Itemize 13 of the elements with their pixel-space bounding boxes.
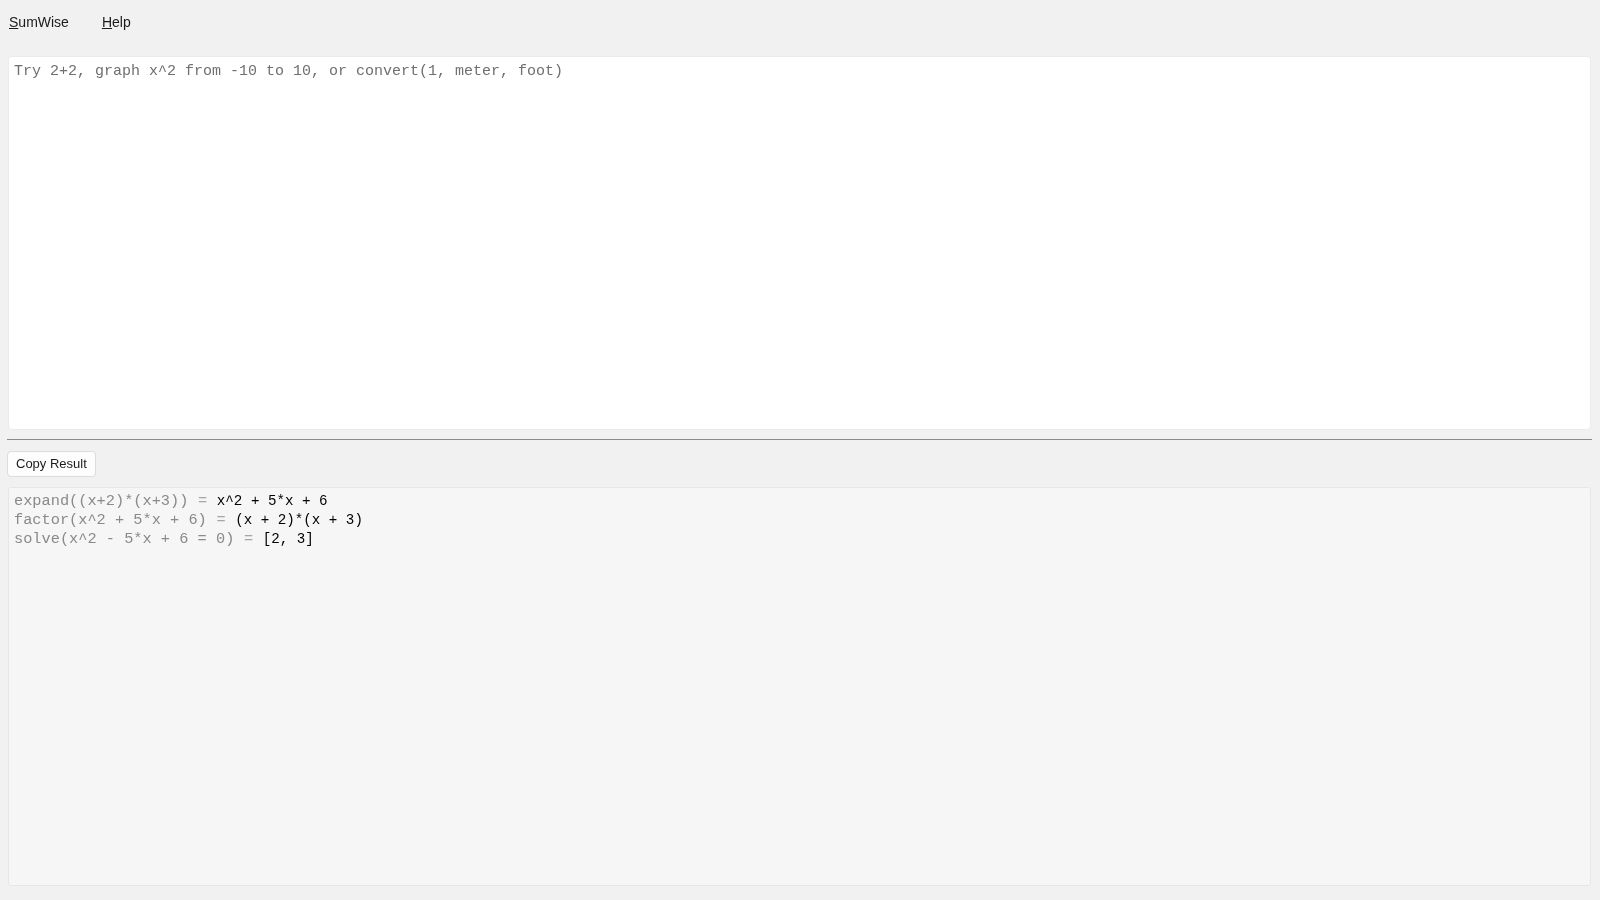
expression-text: expand((x+2)*(x+3)) [14, 492, 189, 510]
expression-text: solve(x^2 - 5*x + 6 = 0) [14, 530, 235, 548]
equals-sign: = [243, 530, 254, 548]
result-text: [2, 3] [262, 531, 314, 547]
result-text: x^2 + 5*x + 6 [216, 493, 328, 509]
result-text: (x + 2)*(x + 3) [235, 512, 363, 528]
expression-text: factor(x^2 + 5*x + 6) [14, 511, 207, 529]
equals-sign: = [216, 511, 226, 529]
equals-sign: = [198, 492, 208, 510]
menu-item[interactable]: Help [99, 11, 140, 33]
copy-result-button[interactable]: Copy Result [7, 451, 96, 477]
expression-input-field[interactable]: Try 2+2, graph x^2 from -10 to 10, or convert(1, meter, foot) [8, 56, 1591, 430]
menu-item[interactable]: SumWise [7, 11, 78, 33]
